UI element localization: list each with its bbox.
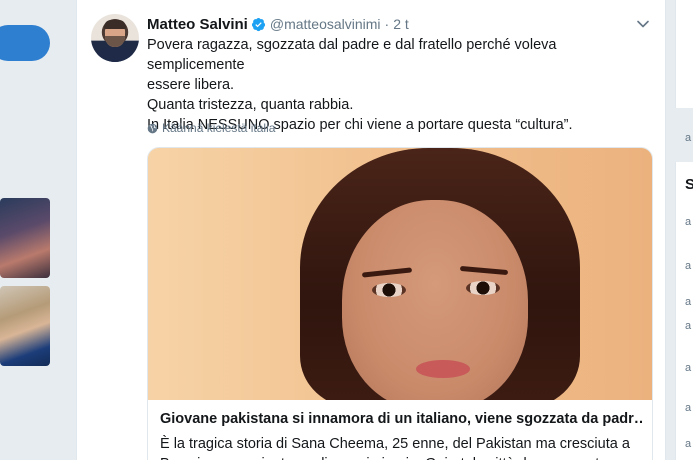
tweet-timestamp[interactable]: 2 t (393, 16, 409, 32)
translate-link[interactable]: Käännä kielestä italia (147, 121, 275, 135)
tweet-text: Povera ragazza, sgozzata dal padre e dal… (147, 35, 647, 135)
right-panel-top (675, 0, 693, 108)
tweet-container: Matteo Salvini @matteosalvinimi · 2 t Po… (76, 0, 666, 460)
card-title[interactable]: Giovane pakistana si innamora di un ital… (160, 411, 644, 427)
trend-item[interactable]: a (685, 402, 691, 414)
trend-item[interactable]: a (685, 296, 691, 308)
right-sidebar: a S a a a a a a a (667, 0, 693, 460)
avatar[interactable] (91, 14, 139, 62)
separator-dot: · (384, 16, 390, 32)
trend-item[interactable]: a (685, 320, 691, 332)
tweet-line-3: Quanta tristezza, quanta rabbia. (147, 97, 354, 113)
translate-label[interactable]: Käännä kielestä italia (162, 121, 275, 135)
right-panel-text: a (685, 132, 692, 144)
tweet-line-1: Povera ragazza, sgozzata dal padre e dal… (147, 37, 557, 73)
right-panel-trends (675, 162, 693, 460)
chevron-down-icon[interactable] (635, 16, 651, 32)
globe-icon (147, 123, 158, 133)
media-thumbnail-1[interactable] (0, 198, 50, 278)
trends-heading: S (685, 176, 693, 193)
author-name[interactable]: Matteo Salvini (147, 16, 248, 33)
trend-item[interactable]: a (685, 216, 691, 228)
verified-badge-icon (251, 17, 265, 31)
card-description: È la tragica storia di Sana Cheema, 25 e… (160, 436, 630, 460)
trend-item[interactable]: a (685, 260, 691, 272)
card-image[interactable] (148, 148, 652, 400)
compose-tweet-button[interactable] (0, 25, 50, 61)
author-handle[interactable]: @matteosalvinimi (270, 16, 381, 32)
left-sidebar (0, 0, 76, 460)
tweet-header: Matteo Salvini @matteosalvinimi · 2 t (147, 14, 409, 34)
link-card[interactable]: Giovane pakistana si innamora di un ital… (147, 147, 653, 460)
trend-item[interactable]: a (685, 362, 691, 374)
trend-item[interactable]: a (685, 438, 691, 450)
media-thumbnail-2[interactable] (0, 286, 50, 366)
tweet-line-2: essere libera. (147, 77, 235, 93)
